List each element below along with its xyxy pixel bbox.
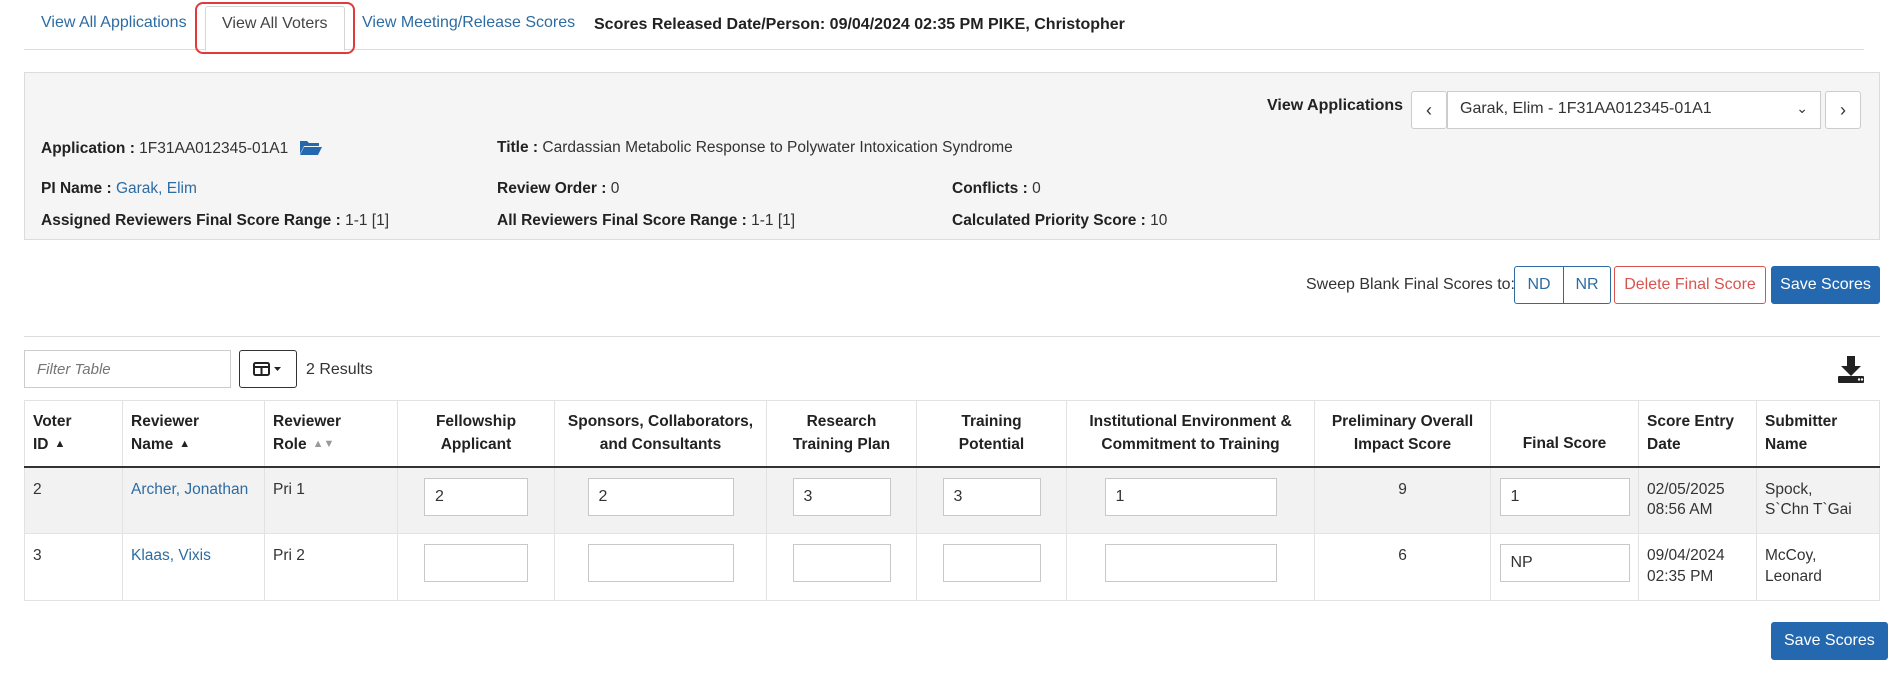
voter-id: 2 bbox=[24, 465, 123, 535]
application-select[interactable]: Garak, Elim - 1F31AA012345-01A1 ⌄ bbox=[1447, 91, 1821, 129]
fellowship-score-input[interactable] bbox=[424, 544, 528, 583]
header-voter-id[interactable]: Voter ID ▲ bbox=[24, 400, 123, 468]
header-sponsors: Sponsors, Collaborators, and Consultants bbox=[554, 400, 767, 468]
save-scores-button[interactable]: Save Scores bbox=[1771, 266, 1880, 304]
chevron-right-icon: › bbox=[1840, 99, 1846, 120]
preliminary-score: 9 bbox=[1314, 465, 1491, 535]
reviewer-name-link[interactable]: Klaas, Vixis bbox=[131, 547, 211, 564]
assigned-range-value: 1-1 [1] bbox=[345, 212, 390, 229]
training-score-input[interactable] bbox=[942, 477, 1041, 516]
active-tab-highlight bbox=[195, 2, 355, 54]
previous-application-button[interactable]: ‹ bbox=[1411, 91, 1447, 129]
institutional-score-input[interactable] bbox=[1104, 477, 1277, 516]
header-score-entry-date: Score Entry Date bbox=[1638, 400, 1757, 468]
filter-table-input[interactable] bbox=[24, 350, 231, 388]
score-entry-date: 09/04/2024 02:35 PM bbox=[1638, 533, 1757, 602]
header-final-score: Final Score bbox=[1490, 400, 1639, 468]
final-score-input[interactable] bbox=[1499, 477, 1630, 516]
research-score-input[interactable] bbox=[792, 544, 891, 583]
submitter-name: Spock, S`Chn T`Gai bbox=[1756, 465, 1880, 535]
scores-released-info: Scores Released Date/Person: 09/04/2024 … bbox=[594, 16, 1125, 33]
title-label: Title : bbox=[497, 139, 539, 156]
sweep-nd-button[interactable]: ND bbox=[1514, 266, 1564, 304]
sponsors-score-input[interactable] bbox=[587, 477, 734, 516]
table-header-row: Voter ID ▲ Reviewer Name ▲ Reviewer Role ▲▼ Fe… bbox=[24, 400, 1880, 468]
priority-score-value: 10 bbox=[1150, 212, 1168, 229]
view-applications-label: View Applications bbox=[1267, 97, 1404, 114]
sponsors-score-input[interactable] bbox=[587, 544, 734, 583]
conflicts-label: Conflicts : bbox=[952, 180, 1028, 197]
voter-id: 3 bbox=[24, 533, 123, 602]
reviewer-role: Pri 1 bbox=[264, 465, 398, 535]
next-application-button[interactable]: › bbox=[1825, 91, 1861, 129]
pi-name-label: PI Name : bbox=[41, 180, 112, 197]
results-count: 2 Results bbox=[306, 361, 373, 378]
section-divider bbox=[24, 336, 1880, 337]
table-row: 3 Klaas, Vixis Pri 2 6 09/04/202402:35 P… bbox=[24, 533, 1880, 602]
review-order-field: Review Order : 0 bbox=[497, 180, 619, 198]
all-range-field: All Reviewers Final Score Range : 1-1 [1… bbox=[497, 212, 795, 230]
chevron-left-icon: ‹ bbox=[1426, 99, 1432, 120]
title-field: Title : Cardassian Metabolic Response to… bbox=[497, 139, 1013, 157]
sort-asc-icon: ▲ bbox=[54, 438, 66, 451]
reviewer-name-cell: Archer, Jonathan bbox=[122, 465, 265, 535]
chevron-down-icon: ⌄ bbox=[1796, 100, 1808, 116]
application-label: Application : bbox=[41, 140, 135, 157]
priority-score-label: Calculated Priority Score : bbox=[952, 212, 1146, 229]
sweep-label: Sweep Blank Final Scores to: bbox=[1306, 276, 1515, 293]
column-toggle-button[interactable] bbox=[239, 350, 297, 388]
title-value: Cardassian Metabolic Response to Polywat… bbox=[542, 139, 1013, 156]
application-value: 1F31AA012345-01A1 bbox=[139, 140, 289, 157]
all-range-label: All Reviewers Final Score Range : bbox=[497, 212, 747, 229]
pi-name-link[interactable]: Garak, Elim bbox=[116, 180, 197, 197]
review-order-value: 0 bbox=[610, 180, 620, 197]
header-preliminary-impact: Preliminary Overall Impact Score bbox=[1314, 400, 1491, 468]
header-training-potential: Training Potential bbox=[916, 400, 1067, 468]
header-institutional-environment: Institutional Environment & Commitment to… bbox=[1066, 400, 1315, 468]
voters-table: Voter ID ▲ Reviewer Name ▲ Reviewer Role ▲▼ Fe… bbox=[24, 400, 1880, 602]
conflicts-field: Conflicts : 0 bbox=[952, 180, 1041, 198]
application-info-panel: View Applications ‹ Garak, Elim - 1F31AA… bbox=[24, 72, 1880, 240]
table-row: 2 Archer, Jonathan Pri 1 9 02/05/202508:… bbox=[24, 465, 1880, 535]
download-icon[interactable] bbox=[1836, 354, 1866, 384]
pi-name-field: PI Name : Garak, Elim bbox=[41, 180, 197, 198]
priority-score-field: Calculated Priority Score : 10 bbox=[952, 212, 1167, 230]
reviewer-name-cell: Klaas, Vixis bbox=[122, 533, 265, 602]
conflicts-value: 0 bbox=[1032, 180, 1041, 197]
header-reviewer-name[interactable]: Reviewer Name ▲ bbox=[122, 400, 265, 468]
score-entry-date: 02/05/2025 08:56 AM bbox=[1638, 465, 1757, 535]
columns-icon bbox=[253, 362, 281, 376]
final-score-input[interactable] bbox=[1499, 544, 1630, 583]
sort-icon: ▲▼ bbox=[312, 438, 335, 451]
application-field: Application : 1F31AA012345-01A1 bbox=[41, 139, 323, 158]
delete-final-score-button[interactable]: Delete Final Score bbox=[1614, 266, 1766, 304]
research-score-input[interactable] bbox=[792, 477, 891, 516]
selected-application: Garak, Elim - 1F31AA012345-01A1 bbox=[1460, 100, 1712, 117]
fellowship-score-input[interactable] bbox=[424, 477, 528, 516]
header-research-training-plan: Research Training Plan bbox=[766, 400, 917, 468]
reviewer-role: Pri 2 bbox=[264, 533, 398, 602]
tab-view-all-applications[interactable]: View All Applications bbox=[41, 14, 187, 32]
folder-open-icon[interactable] bbox=[299, 139, 323, 155]
preliminary-score: 6 bbox=[1314, 533, 1491, 602]
institutional-score-input[interactable] bbox=[1104, 544, 1277, 583]
review-order-label: Review Order : bbox=[497, 180, 607, 197]
all-range-value: 1-1 [1] bbox=[751, 212, 796, 229]
header-fellowship-applicant: Fellowship Applicant bbox=[397, 400, 555, 468]
sweep-nr-button[interactable]: NR bbox=[1563, 266, 1611, 304]
submitter-name: McCoy, Leonard bbox=[1756, 533, 1880, 602]
save-scores-bottom-button[interactable]: Save Scores bbox=[1771, 622, 1888, 660]
reviewer-name-link[interactable]: Archer, Jonathan bbox=[131, 481, 248, 498]
tab-view-meeting-release-scores[interactable]: View Meeting/Release Scores bbox=[362, 14, 575, 32]
assigned-range-field: Assigned Reviewers Final Score Range : 1… bbox=[41, 212, 389, 230]
sort-asc-icon: ▲ bbox=[179, 438, 191, 451]
header-reviewer-role[interactable]: Reviewer Role ▲▼ bbox=[264, 400, 398, 468]
header-submitter-name: Submitter Name bbox=[1756, 400, 1880, 468]
training-score-input[interactable] bbox=[942, 544, 1041, 583]
assigned-range-label: Assigned Reviewers Final Score Range : bbox=[41, 212, 341, 229]
